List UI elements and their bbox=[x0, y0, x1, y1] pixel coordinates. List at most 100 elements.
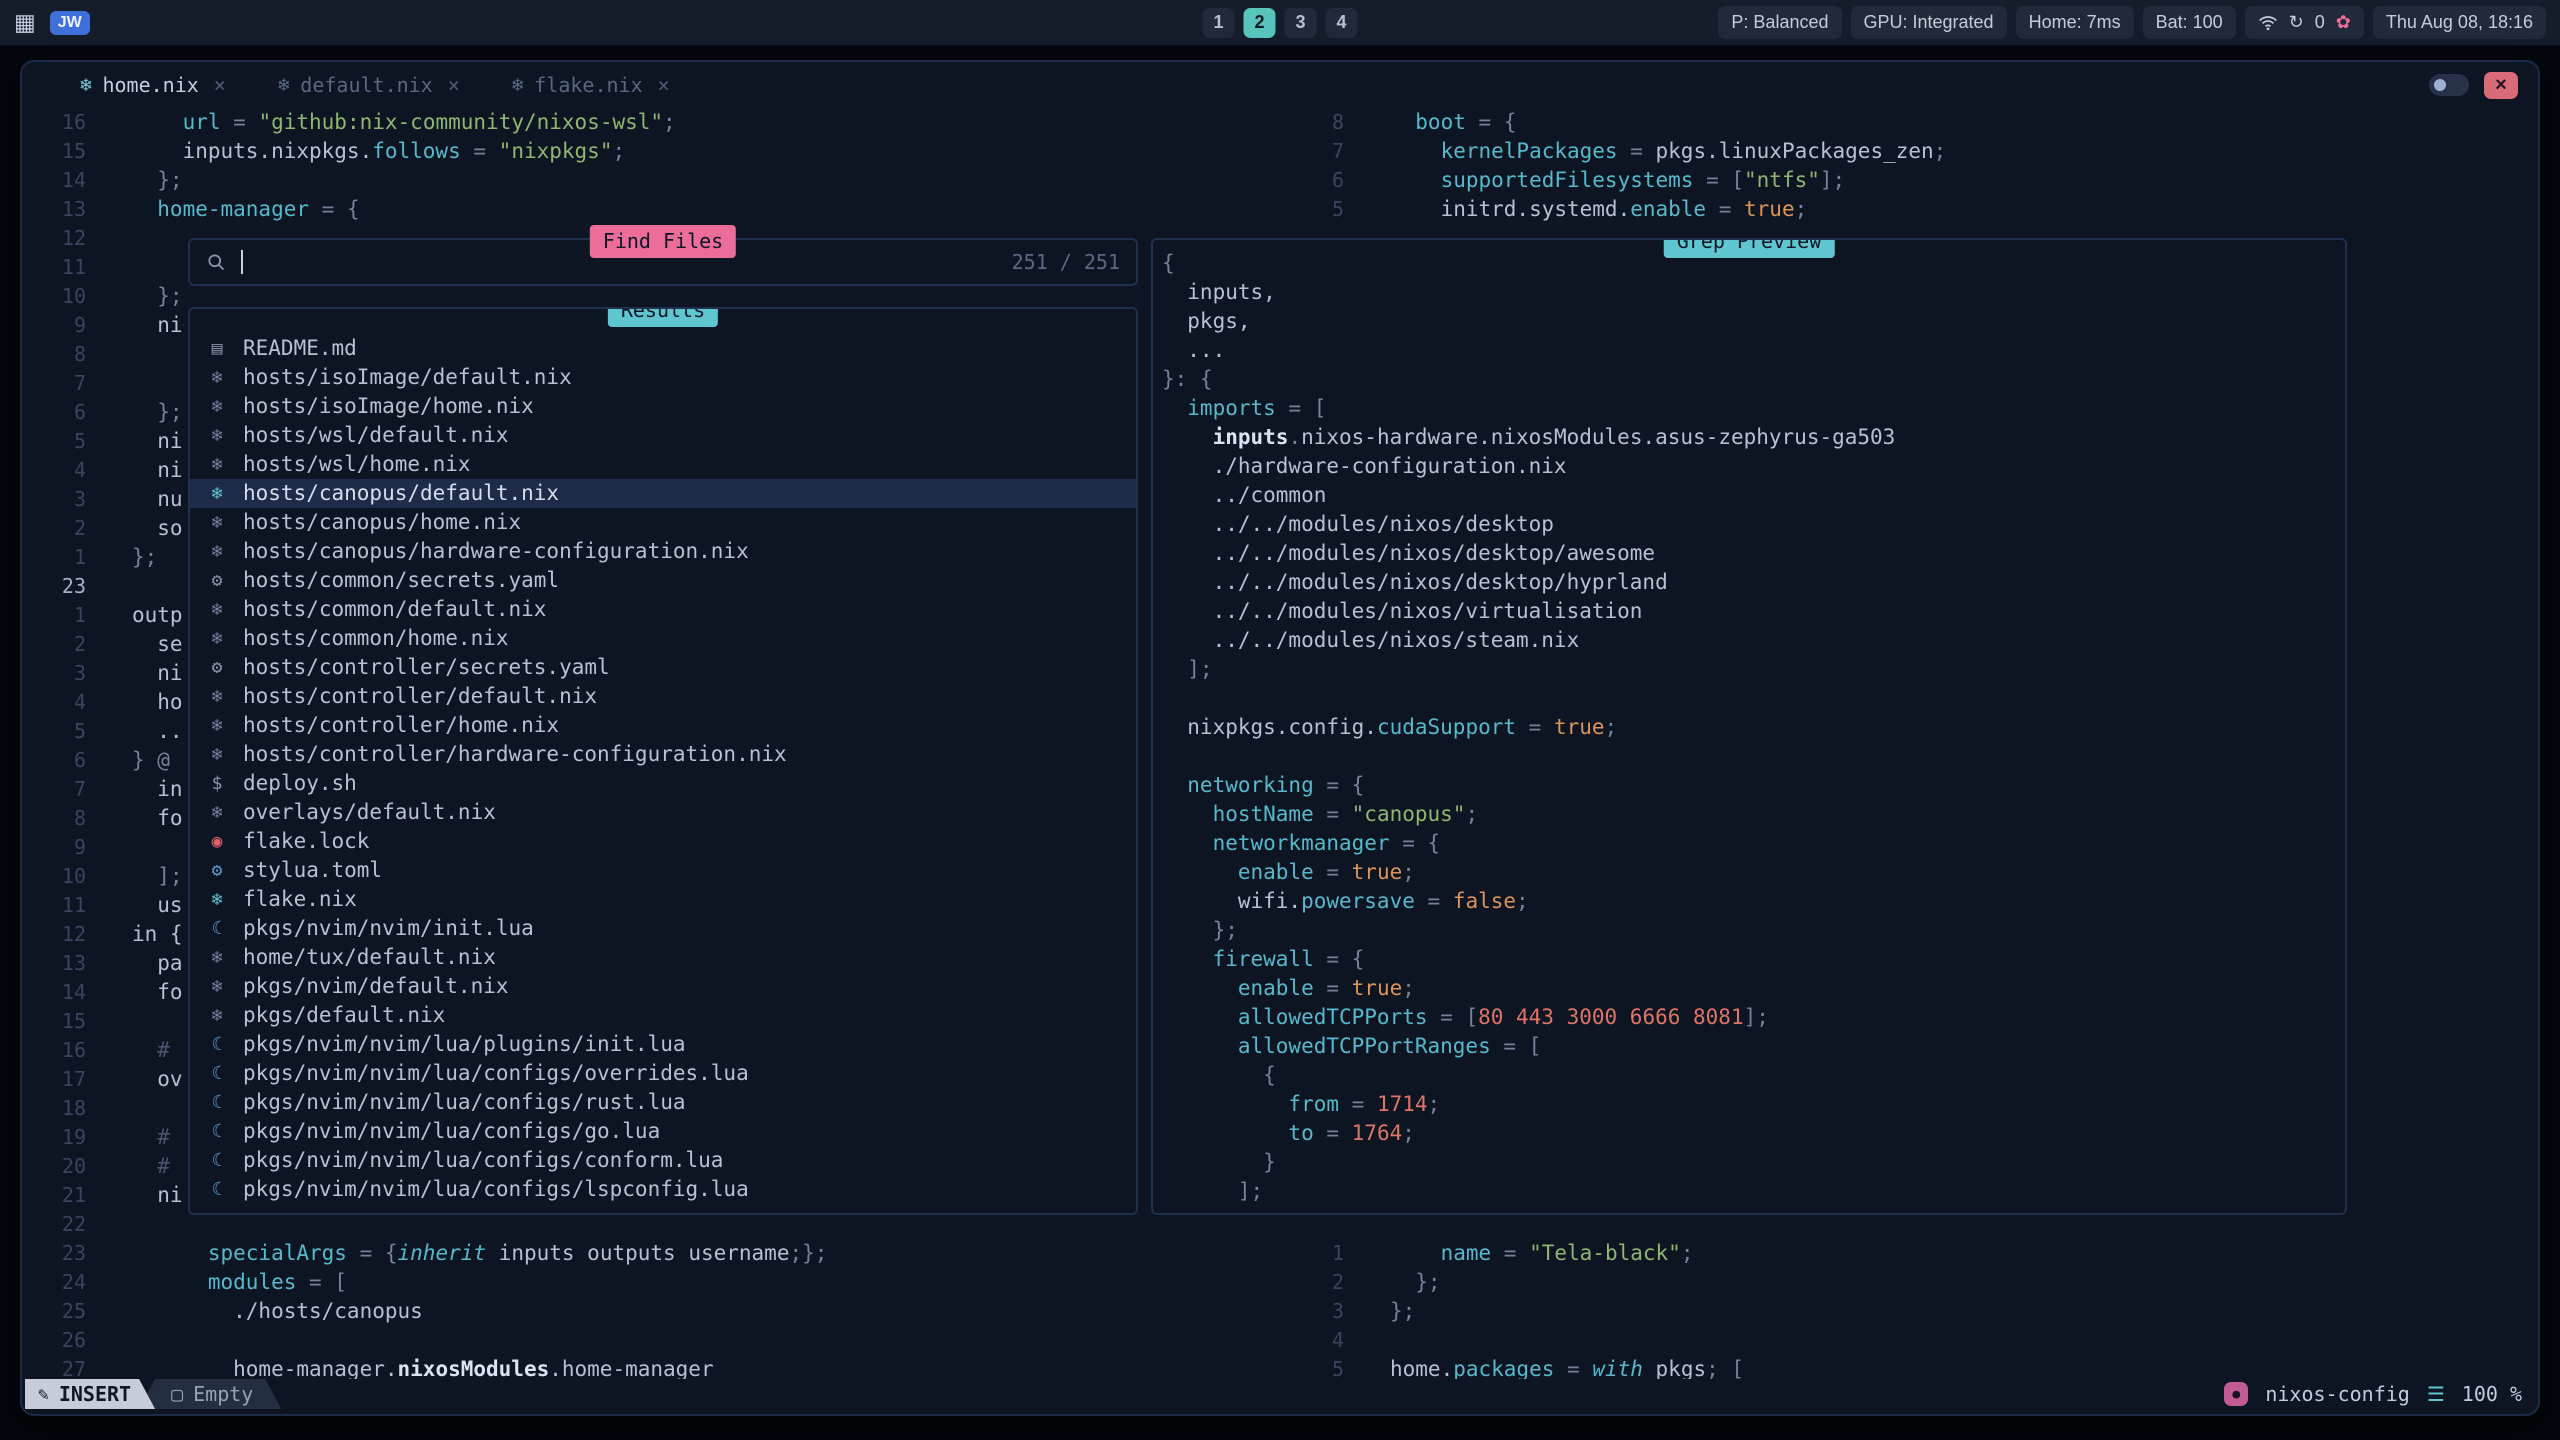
preview-line: ./hardware-configuration.nix bbox=[1162, 452, 2345, 481]
nix-icon: ❄ bbox=[512, 74, 523, 96]
line-number: 12 bbox=[22, 920, 132, 949]
toggle-pill[interactable] bbox=[2429, 74, 2469, 96]
scroll-percent: 100 % bbox=[2462, 1382, 2522, 1406]
result-item[interactable]: ❄ hosts/canopus/default.nix bbox=[190, 479, 1136, 508]
result-item[interactable]: ❄hosts/canopus/home.nix bbox=[190, 508, 1136, 537]
code-line: 16 url = "github:nix-community/nixos-wsl… bbox=[22, 108, 1280, 137]
result-item[interactable]: ☾pkgs/nvim/nvim/lua/configs/go.lua bbox=[190, 1117, 1136, 1146]
code-line: 13 home-manager = { bbox=[22, 195, 1280, 224]
code-text: pa bbox=[132, 949, 183, 978]
result-item[interactable]: ❄hosts/common/home.nix bbox=[190, 624, 1136, 653]
result-item[interactable]: ⚙hosts/common/secrets.yaml bbox=[190, 566, 1136, 595]
result-item[interactable]: ❄home/tux/default.nix bbox=[190, 943, 1136, 972]
mode-label: INSERT bbox=[59, 1382, 131, 1406]
result-item[interactable]: ☾pkgs/nvim/nvim/lua/configs/overrides.lu… bbox=[190, 1059, 1136, 1088]
result-item[interactable]: ❄hosts/common/default.nix bbox=[190, 595, 1136, 624]
result-name: README.md bbox=[243, 334, 357, 363]
tab-flake.nix[interactable]: ❄flake.nix× bbox=[512, 73, 670, 97]
result-item[interactable]: $deploy.sh bbox=[190, 769, 1136, 798]
result-name: hosts/canopus/default.nix bbox=[243, 479, 559, 508]
line-number: 5 bbox=[22, 717, 132, 746]
line-number: 3 bbox=[22, 485, 132, 514]
tab-close-icon[interactable]: × bbox=[658, 73, 670, 97]
preview-line: ../../modules/nixos/virtualisation bbox=[1162, 597, 2345, 626]
workspace-button-2[interactable]: 2 bbox=[1244, 8, 1276, 38]
result-item[interactable]: ❄hosts/wsl/home.nix bbox=[190, 450, 1136, 479]
result-item[interactable]: ⚙hosts/controller/secrets.yaml bbox=[190, 653, 1136, 682]
line-number: 9 bbox=[22, 311, 132, 340]
result-item[interactable]: ☾pkgs/nvim/nvim/lua/configs/conform.lua bbox=[190, 1146, 1136, 1175]
code-text: initrd.systemd.enable = true; bbox=[1390, 195, 1807, 224]
nix-file-icon: ❄ bbox=[205, 479, 229, 508]
window-close-button[interactable]: × bbox=[2484, 72, 2518, 99]
preview-line: ../../modules/nixos/steam.nix bbox=[1162, 626, 2345, 655]
tab-close-icon[interactable]: × bbox=[448, 73, 460, 97]
line-number: 26 bbox=[22, 1326, 132, 1355]
results-counter: 251 / 251 bbox=[1012, 248, 1120, 277]
workspace-button-4[interactable]: 4 bbox=[1326, 8, 1358, 38]
preview-line: ]; bbox=[1162, 1177, 2345, 1206]
tab-default.nix[interactable]: ❄default.nix× bbox=[278, 73, 460, 97]
nix-icon: ❄ bbox=[80, 74, 91, 96]
result-item[interactable]: ⚙stylua.toml bbox=[190, 856, 1136, 885]
result-name: pkgs/nvim/default.nix bbox=[243, 972, 509, 1001]
code-text: ./hosts/canopus bbox=[132, 1297, 423, 1326]
tab-close-icon[interactable]: × bbox=[214, 73, 226, 97]
result-item[interactable]: ◉flake.lock bbox=[190, 827, 1136, 856]
status-module-3: Bat: 100 bbox=[2143, 6, 2236, 39]
workspace-button-1[interactable]: 1 bbox=[1203, 8, 1235, 38]
code-text: in bbox=[132, 775, 183, 804]
code-text: supportedFilesystems = ["ntfs"]; bbox=[1390, 166, 1845, 195]
result-item[interactable]: ❄overlays/default.nix bbox=[190, 798, 1136, 827]
result-item[interactable]: ☾pkgs/nvim/nvim/lua/configs/lspconfig.lu… bbox=[190, 1175, 1136, 1204]
code-text: ov bbox=[132, 1065, 183, 1094]
result-item[interactable]: ❄pkgs/nvim/default.nix bbox=[190, 972, 1136, 1001]
preview-line: } bbox=[1162, 1148, 2345, 1177]
file-status-segment: ▢ Empty bbox=[139, 1379, 281, 1409]
result-item[interactable]: ▤README.md bbox=[190, 334, 1136, 363]
result-item[interactable]: ☾pkgs/nvim/nvim/lua/configs/rust.lua bbox=[190, 1088, 1136, 1117]
logo-badge[interactable]: JW bbox=[50, 11, 90, 35]
code-text: ni bbox=[132, 1181, 183, 1210]
line-number: 3 bbox=[22, 659, 132, 688]
result-item[interactable]: ❄hosts/wsl/default.nix bbox=[190, 421, 1136, 450]
code-text: # bbox=[132, 1152, 170, 1181]
tab-home.nix[interactable]: ❄home.nix× bbox=[80, 73, 226, 97]
workspace-button-3[interactable]: 3 bbox=[1285, 8, 1317, 38]
result-item[interactable]: ❄hosts/controller/hardware-configuration… bbox=[190, 740, 1136, 769]
code-text: so bbox=[132, 514, 183, 543]
result-name: pkgs/nvim/nvim/lua/configs/go.lua bbox=[243, 1117, 660, 1146]
result-item[interactable]: ❄flake.nix bbox=[190, 885, 1136, 914]
line-number: 7 bbox=[22, 369, 132, 398]
line-number: 6 bbox=[22, 398, 132, 427]
nix-file-icon: ❄ bbox=[205, 508, 229, 537]
result-item[interactable]: ❄hosts/canopus/hardware-configuration.ni… bbox=[190, 537, 1136, 566]
result-name: flake.nix bbox=[243, 885, 357, 914]
preview-line: enable = true; bbox=[1162, 858, 2345, 887]
result-item[interactable]: ❄pkgs/default.nix bbox=[190, 1001, 1136, 1030]
status-modules: P: BalancedGPU: IntegratedHome: 7msBat: … bbox=[1718, 6, 2235, 39]
line-number: 13 bbox=[22, 195, 132, 224]
line-number: 5 bbox=[22, 427, 132, 456]
lua-file-icon: ☾ bbox=[205, 1059, 229, 1088]
result-item[interactable]: ☾pkgs/nvim/nvim/init.lua bbox=[190, 914, 1136, 943]
apps-grid-icon[interactable]: ▦ bbox=[14, 9, 36, 36]
result-item[interactable]: ❄hosts/isoImage/home.nix bbox=[190, 392, 1136, 421]
result-item[interactable]: ❄hosts/controller/home.nix bbox=[190, 711, 1136, 740]
line-number: 1 bbox=[22, 543, 132, 572]
preview-line: ... bbox=[1162, 336, 2345, 365]
find-files-input[interactable]: Find Files 251 / 251 bbox=[188, 238, 1138, 286]
topbar-left: ▦ JW bbox=[14, 9, 90, 36]
result-item[interactable]: ❄hosts/controller/default.nix bbox=[190, 682, 1136, 711]
preview-line bbox=[1162, 742, 2345, 771]
preview-line: inputs, bbox=[1162, 278, 2345, 307]
result-name: hosts/isoImage/home.nix bbox=[243, 392, 534, 421]
line-number: 14 bbox=[22, 978, 132, 1007]
result-item[interactable]: ☾pkgs/nvim/nvim/lua/plugins/init.lua bbox=[190, 1030, 1136, 1059]
code-text: url = "github:nix-community/nixos-wsl"; bbox=[132, 108, 676, 137]
line-number: 7 bbox=[22, 775, 132, 804]
line-number: 13 bbox=[22, 949, 132, 978]
result-item[interactable]: ❄hosts/isoImage/default.nix bbox=[190, 363, 1136, 392]
line-number: 3 bbox=[1280, 1297, 1390, 1326]
nix-icon: ❄ bbox=[278, 74, 289, 96]
